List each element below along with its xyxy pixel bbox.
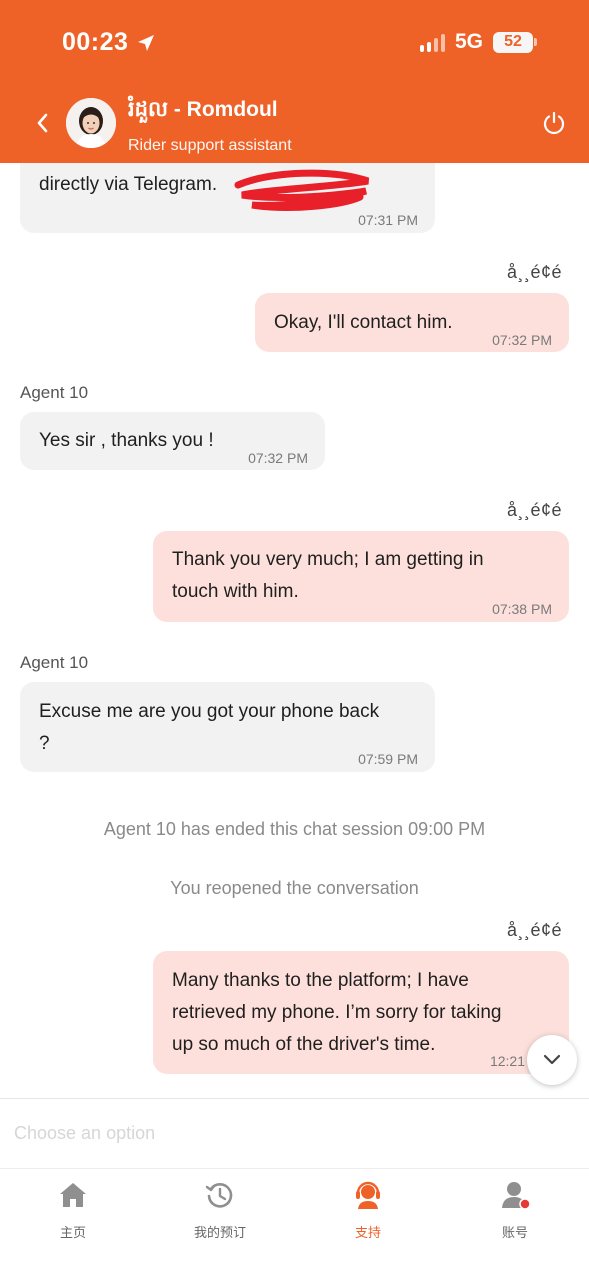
message-text-line: Thank you very much; I am getting in bbox=[172, 549, 484, 570]
nav-label: 账号 bbox=[501, 1225, 528, 1240]
nav-item-account[interactable]: 账号 bbox=[465, 1179, 565, 1241]
message-text: directly via Telegram. bbox=[39, 174, 218, 195]
system-message: You reopened the conversation bbox=[170, 878, 419, 898]
sender-label: Agent 10 bbox=[20, 383, 89, 402]
message-time: 07:32 PM bbox=[492, 332, 552, 348]
status-bar-right: 5G 52 bbox=[419, 30, 537, 54]
message-text-line: Excuse me are you got your phone back bbox=[39, 701, 380, 722]
chat-thread[interactable]: directly via Telegram. 07:31 PM å¸¸é¢é O… bbox=[0, 163, 589, 1098]
nav-label: 主页 bbox=[59, 1225, 86, 1240]
agent-name: រំដួល - Romdoul bbox=[128, 98, 278, 121]
home-icon bbox=[60, 1183, 86, 1207]
back-button[interactable] bbox=[28, 108, 56, 138]
nav-item-bookings[interactable]: 我的预订 bbox=[170, 1179, 270, 1241]
message-text-line: Many thanks to the platform; I have bbox=[172, 970, 469, 991]
message-time: 07:59 PM bbox=[358, 751, 418, 767]
message-status: å¸¸é¢é bbox=[506, 920, 562, 940]
history-icon bbox=[205, 1183, 233, 1208]
redaction-scribble bbox=[234, 169, 370, 211]
signal-icon bbox=[419, 32, 445, 52]
agent-role: Rider support assistant bbox=[128, 137, 292, 154]
battery-icon: 52 bbox=[493, 31, 537, 53]
network-label: 5G bbox=[454, 30, 483, 53]
support-agent-icon bbox=[356, 1181, 380, 1209]
message-text: Okay, I'll contact him. bbox=[274, 312, 453, 333]
clock-text: 00:23 bbox=[62, 28, 129, 56]
message-time: 12:21 bbox=[489, 1053, 525, 1069]
status-bar-time: 00:23 bbox=[62, 28, 156, 57]
message-bubble-outgoing: Thank you very much; I am getting in tou… bbox=[153, 531, 569, 622]
message-status: å¸¸é¢é bbox=[506, 262, 562, 282]
option-input[interactable] bbox=[0, 1099, 589, 1167]
system-message: Agent 10 has ended this chat session 09:… bbox=[103, 819, 486, 839]
message-text-line: touch with him. bbox=[172, 581, 299, 602]
chevron-left-icon bbox=[37, 113, 48, 133]
power-icon bbox=[543, 111, 565, 135]
message-bubble-outgoing: Okay, I'll contact him. 07:32 PM bbox=[255, 293, 569, 352]
message-bubble-incoming: Excuse me are you got your phone back ? … bbox=[20, 682, 435, 772]
agent-avatar bbox=[66, 98, 116, 148]
message-text-line: retrieved my phone. I’m sorry for taking bbox=[172, 1002, 502, 1023]
nav-label: 支持 bbox=[354, 1225, 381, 1240]
location-arrow-icon bbox=[138, 34, 155, 51]
sender-label: Agent 10 bbox=[20, 653, 89, 672]
nav-label: 我的预订 bbox=[193, 1225, 246, 1240]
message-bubble-incoming: Yes sir , thanks you ! 07:32 PM bbox=[20, 412, 325, 470]
message-text-line: up so much of the driver's time. bbox=[172, 1034, 436, 1055]
chevron-down-icon bbox=[543, 1054, 561, 1065]
message-bubble-outgoing: Many thanks to the platform; I have retr… bbox=[153, 951, 569, 1074]
input-bar bbox=[0, 1098, 589, 1168]
account-icon bbox=[502, 1182, 531, 1210]
nav-item-support[interactable]: 支持 bbox=[318, 1179, 418, 1241]
end-chat-button[interactable] bbox=[541, 110, 567, 136]
message-time: 07:32 PM bbox=[248, 450, 308, 466]
bottom-nav: 主页 我的预订 支持 账号 bbox=[0, 1168, 589, 1280]
chat-header: 00:23 5G 52 រំដួល - Romdoul Rider suppor… bbox=[0, 0, 589, 163]
message-time: 07:38 PM bbox=[492, 601, 552, 617]
battery-level: 52 bbox=[493, 31, 533, 53]
scroll-to-bottom-button[interactable] bbox=[527, 1035, 577, 1085]
message-text-line: ? bbox=[39, 733, 50, 754]
message-text: Yes sir , thanks you ! bbox=[39, 430, 214, 451]
message-status: å¸¸é¢é bbox=[506, 500, 562, 520]
nav-item-home[interactable]: 主页 bbox=[23, 1179, 123, 1241]
